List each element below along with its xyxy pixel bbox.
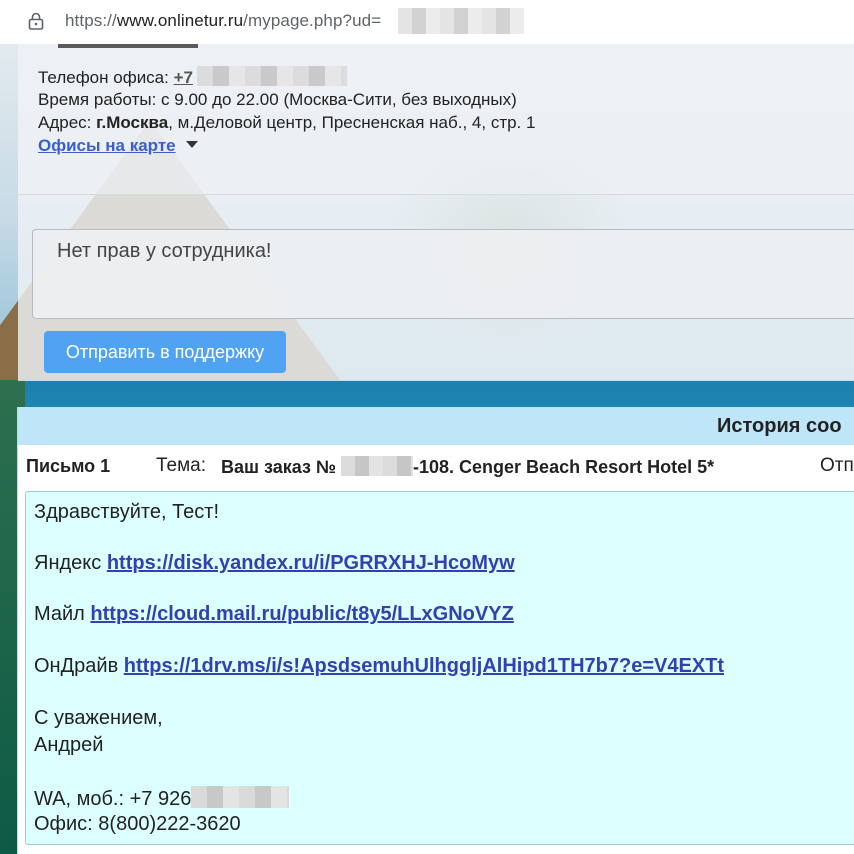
mobile-prefix: WA, моб.: +7 926	[34, 788, 192, 810]
letter-meta-row: Письмо 1 Тема: Ваш заказ № -108. Cenger …	[18, 445, 854, 491]
history-header: История соо	[18, 407, 854, 445]
url-host: www.onlinetur.ru	[116, 11, 244, 30]
yandex-label: Яндекс	[34, 552, 102, 574]
office-phone-line: Телефон офиса: +7	[38, 66, 347, 88]
topic-label: Тема:	[156, 455, 207, 476]
mail-label: Майл	[34, 603, 85, 625]
greeting: Здравствуйте, Тест!	[34, 501, 220, 523]
chevron-down-icon[interactable]	[185, 141, 198, 148]
sender-label: Отп	[820, 455, 854, 476]
yandex-line: Яндекс https://disk.yandex.ru/i/PGRRXHJ-…	[34, 552, 515, 575]
office-address: Адрес: г.Москва, м.Деловой центр, Пресне…	[38, 113, 535, 133]
message-history: История соо Письмо 1 Тема: Ваш заказ № -…	[17, 407, 854, 854]
yandex-disk-link[interactable]: https://disk.yandex.ru/i/PGRRXHJ-HcoMyw	[107, 552, 515, 574]
address-city: г.Москва	[96, 113, 169, 132]
send-to-support-button[interactable]: Отправить в поддержку	[44, 331, 286, 373]
offices-map-link[interactable]: Офисы на карте	[38, 136, 176, 155]
redacted-phone	[197, 66, 347, 86]
lock-icon[interactable]	[28, 12, 44, 30]
support-message-textarea[interactable]: Нет прав у сотрудника!	[32, 229, 854, 319]
office-photo-edge	[58, 44, 198, 48]
letter-subject: Ваш заказ № -108. Cenger Beach Resort Ho…	[221, 456, 714, 478]
mail-cloud-link[interactable]: https://cloud.mail.ru/public/t8y5/LLxGNo…	[90, 603, 513, 625]
office-phone-link[interactable]: +7	[174, 68, 193, 87]
url-path: /mypage.php?ud=	[243, 11, 382, 30]
offices-map-toggle[interactable]: Офисы на карте	[38, 136, 198, 156]
history-title: История соо	[717, 415, 842, 437]
redacted-order-number	[341, 456, 414, 476]
mobile-line: WA, моб.: +7 926	[34, 786, 290, 811]
office-phone-label: Телефон офиса:	[38, 68, 169, 87]
redacted-url-param	[398, 8, 524, 34]
onedrive-line: ОнДрайв https://1drv.ms/i/s!ApsdsemuhUlh…	[34, 655, 724, 678]
onedrive-label: ОнДрайв	[34, 655, 119, 677]
onedrive-link[interactable]: https://1drv.ms/i/s!ApsdsemuhUlhggljAlHi…	[124, 655, 724, 677]
url-scheme: https://	[65, 11, 117, 30]
address-url[interactable]: https://www.onlinetur.ru/mypage.php?ud=	[65, 11, 381, 31]
address-label: Адрес:	[38, 113, 92, 132]
mail-line: Майл https://cloud.mail.ru/public/t8y5/L…	[34, 603, 514, 626]
browser-address-bar[interactable]: https://www.onlinetur.ru/mypage.php?ud=	[0, 0, 854, 44]
office-hours: Время работы: с 9.00 до 22.00 (Москва-Си…	[38, 90, 517, 109]
office-info-panel: Телефон офиса: +7 Время работы: с 9.00 д…	[18, 44, 854, 195]
regards: С уважением,	[34, 707, 163, 729]
subject-suffix: -108. Cenger Beach Resort Hotel 5*	[413, 457, 715, 477]
letter-body: Здравствуйте, Тест! Яндекс https://disk.…	[25, 491, 854, 845]
office-phone-signature: Офис: 8(800)222-3620	[34, 813, 241, 835]
support-form: Нет прав у сотрудника! Отправить в подде…	[18, 195, 854, 381]
signature-name: Андрей	[34, 734, 104, 756]
address-details: , м.Деловой центр, Пресненская наб., 4, …	[168, 113, 536, 132]
redacted-mobile	[191, 786, 290, 808]
subject-prefix: Ваш заказ №	[221, 457, 336, 477]
letter-number: Письмо 1	[26, 456, 111, 476]
